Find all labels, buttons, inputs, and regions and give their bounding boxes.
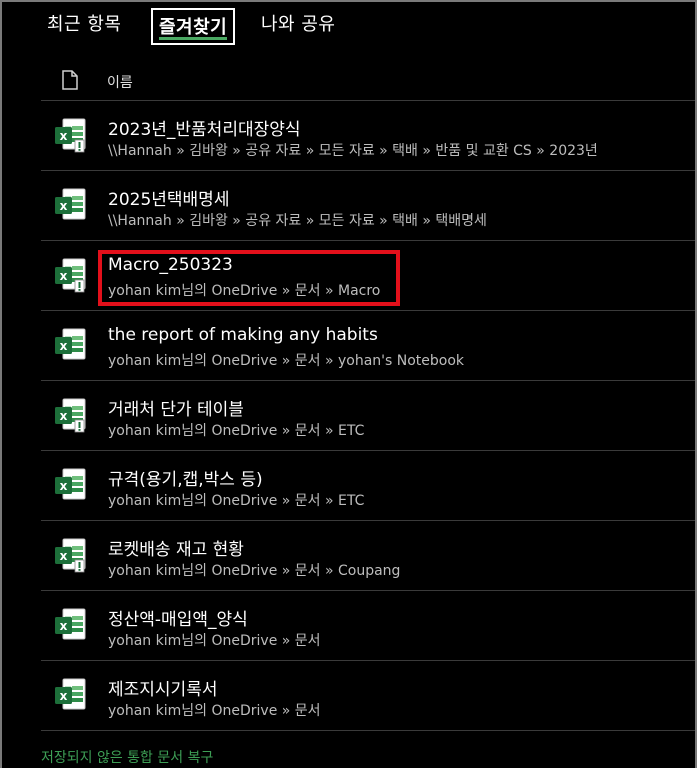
file-list-item[interactable]: x 2025년택배명세 \\Hannah » 김바왕 » 공유 자료 » 모든 자… [41, 171, 695, 241]
excel-icon: x [53, 676, 87, 714]
svg-text:x: x [60, 689, 68, 703]
file-path: yohan kim님의 OneDrive » 문서 [108, 703, 321, 719]
list-column-header: 이름 [41, 62, 695, 101]
file-list-item[interactable]: x 정산액-매입액_양식yohan kim님의 OneDrive » 문서 [41, 591, 695, 661]
excel-macro-icon: x [53, 536, 87, 574]
svg-text:x: x [60, 339, 68, 353]
tab-bar: 최근 항목 즐겨찾기 나와 공유 [0, 0, 697, 50]
file-list-item[interactable]: x 2023년_반품처리대장양식 \\Hannah » 김바왕 » 공유 자료 »… [41, 101, 695, 171]
file-name: the report of making any habits [108, 325, 378, 345]
file-list-item[interactable]: x 규격(용기,캡,박스 등) yohan kim님의 OneDrive » 문서… [41, 451, 695, 521]
file-name: 거래처 단가 테이블 [108, 400, 244, 420]
tab-recent[interactable]: 최근 항목 [47, 10, 121, 36]
tab-shared-with-me[interactable]: 나와 공유 [261, 10, 335, 36]
file-list-item[interactable]: x Macro_250323yohan kim님의 OneDrive » 문서 … [41, 241, 695, 311]
file-name: 정산액-매입액_양식 [108, 610, 248, 630]
file-name: 로켓배송 재고 현황 [108, 540, 244, 560]
file-path: yohan kim님의 OneDrive » 문서 » Coupang [108, 563, 401, 579]
file-name: 2025년택배명세 [108, 190, 230, 210]
svg-text:x: x [60, 409, 68, 423]
svg-text:x: x [60, 619, 68, 633]
file-name: 제조지시기록서 [108, 680, 218, 700]
name-column-header[interactable]: 이름 [107, 72, 133, 92]
svg-text:x: x [60, 549, 68, 563]
file-path: yohan kim님의 OneDrive » 문서 » yohan's Note… [108, 353, 465, 369]
excel-icon: x [53, 606, 87, 644]
file-path: yohan kim님의 OneDrive » 문서 [108, 633, 321, 649]
document-icon[interactable] [62, 70, 78, 94]
file-path: yohan kim님의 OneDrive » 문서 » ETC [108, 493, 365, 509]
tab-favorites[interactable]: 즐겨찾기 [151, 8, 236, 45]
file-path: \\Hannah » 김바왕 » 공유 자료 » 모든 자료 » 택배 » 택배… [108, 213, 487, 229]
file-list-item[interactable]: x 거래처 단가 테이블 yohan kim님의 OneDrive » 문서 » … [41, 381, 695, 451]
file-list-item[interactable]: x 제조지시기록서 yohan kim님의 OneDrive » 문서 [41, 661, 695, 731]
file-list-item[interactable]: x 로켓배송 재고 현황 yohan kim님의 OneDrive » 문서 » … [41, 521, 695, 591]
excel-macro-icon: x [53, 256, 87, 294]
file-name: 2023년_반품처리대장양식 [108, 120, 301, 140]
svg-text:x: x [60, 129, 68, 143]
file-name: 규격(용기,캡,박스 등) [108, 470, 263, 490]
selected-tab-underline [159, 37, 228, 40]
favorites-file-list: x 2023년_반품처리대장양식 \\Hannah » 김바왕 » 공유 자료 »… [41, 101, 695, 731]
file-list-item[interactable]: x the report of making any habits yohan k… [41, 311, 695, 381]
excel-icon: x [53, 466, 87, 504]
excel-macro-icon: x [53, 396, 87, 434]
file-name: Macro_250323 [108, 255, 233, 275]
svg-text:x: x [60, 269, 68, 283]
file-path: yohan kim님의 OneDrive » 문서 » Macro [108, 283, 381, 299]
svg-text:x: x [60, 479, 68, 493]
file-path: \\Hannah » 김바왕 » 공유 자료 » 모든 자료 » 택배 » 반품… [108, 143, 598, 159]
recover-unsaved-workbooks-link[interactable]: 저장되지 않은 통합 문서 복구 [41, 747, 213, 767]
tab-favorites-label: 즐겨찾기 [159, 17, 228, 38]
excel-macro-icon: x [53, 116, 87, 154]
excel-icon: x [53, 326, 87, 364]
excel-icon: x [53, 186, 87, 224]
svg-text:x: x [60, 199, 68, 213]
file-path: yohan kim님의 OneDrive » 문서 » ETC [108, 423, 365, 439]
